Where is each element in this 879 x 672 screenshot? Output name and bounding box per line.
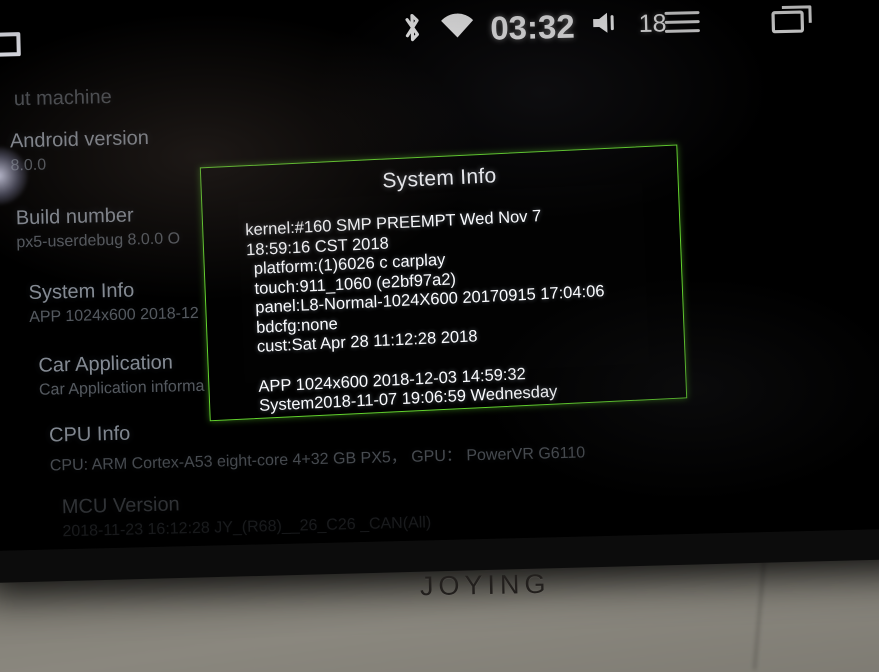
- status-indicators: 03:32 18: [400, 4, 667, 49]
- list-item-subtitle: 8.0.0: [10, 156, 47, 175]
- android-home-icon[interactable]: [0, 24, 45, 65]
- volume-icon[interactable]: [589, 8, 624, 42]
- list-item-subtitle: APP 1024x600 2018-12: [29, 304, 200, 327]
- list-item-car-application[interactable]: Car Application Car Application informa: [38, 351, 204, 400]
- list-item-subtitle: 2018-11-23 16:12:28 JY_(R68)__26_C26 _CA…: [62, 514, 432, 541]
- list-item-build-number[interactable]: Build number px5-userdebug 8.0.0 O: [16, 203, 181, 252]
- list-item-title: System Info: [28, 279, 135, 305]
- list-item-mcu-version[interactable]: MCU Version 2018-11-23 16:12:28 JY_(R68)…: [62, 487, 432, 541]
- bluetooth-icon[interactable]: [400, 10, 425, 50]
- status-bar: 03:32 18: [0, 0, 879, 75]
- list-item-android-version[interactable]: Android version 8.0.0: [10, 127, 150, 175]
- list-item-cpu-info[interactable]: CPU Info CPU: ARM Cortex-A53 eight-core …: [49, 411, 586, 475]
- dialog-title: System Info: [381, 164, 497, 193]
- dialog-group-versions: APP 1024x600 2018-12-03 14:59:32 System2…: [251, 357, 676, 416]
- device-screen: 03:32 18 ut machine Android version 8.0.…: [0, 0, 879, 551]
- list-item-title: Build number: [15, 204, 134, 230]
- list-item-title: MCU Version: [61, 493, 180, 519]
- system-info-dialog[interactable]: System Info kernel:#160 SMP PREEMPT Wed …: [199, 144, 688, 422]
- list-item-about-machine[interactable]: ut machine: [14, 86, 112, 111]
- list-item-title: Android version: [9, 127, 150, 153]
- status-clock: 03:32: [489, 7, 576, 47]
- list-item-subtitle: Car Application informa: [38, 377, 205, 399]
- list-item-system-info[interactable]: System Info APP 1024x600 2018-12: [28, 278, 199, 327]
- hamburger-menu-icon[interactable]: [662, 5, 703, 43]
- device-brand-logo: JOYING: [419, 568, 551, 602]
- photo-scene: JOYING 03:32 18 ut machine Android versi…: [0, 0, 879, 672]
- list-item-title: Car Application: [38, 351, 174, 377]
- wifi-icon[interactable]: [439, 11, 476, 47]
- list-item-subtitle: px5-userdebug 8.0.0 O: [16, 230, 181, 252]
- recent-apps-icon[interactable]: [768, 1, 817, 43]
- dialog-body: kernel:#160 SMP PREEMPT Wed Nov 7 18:59:…: [245, 201, 676, 417]
- navigation-buttons: [662, 0, 879, 45]
- list-item-title: ut machine: [13, 85, 112, 111]
